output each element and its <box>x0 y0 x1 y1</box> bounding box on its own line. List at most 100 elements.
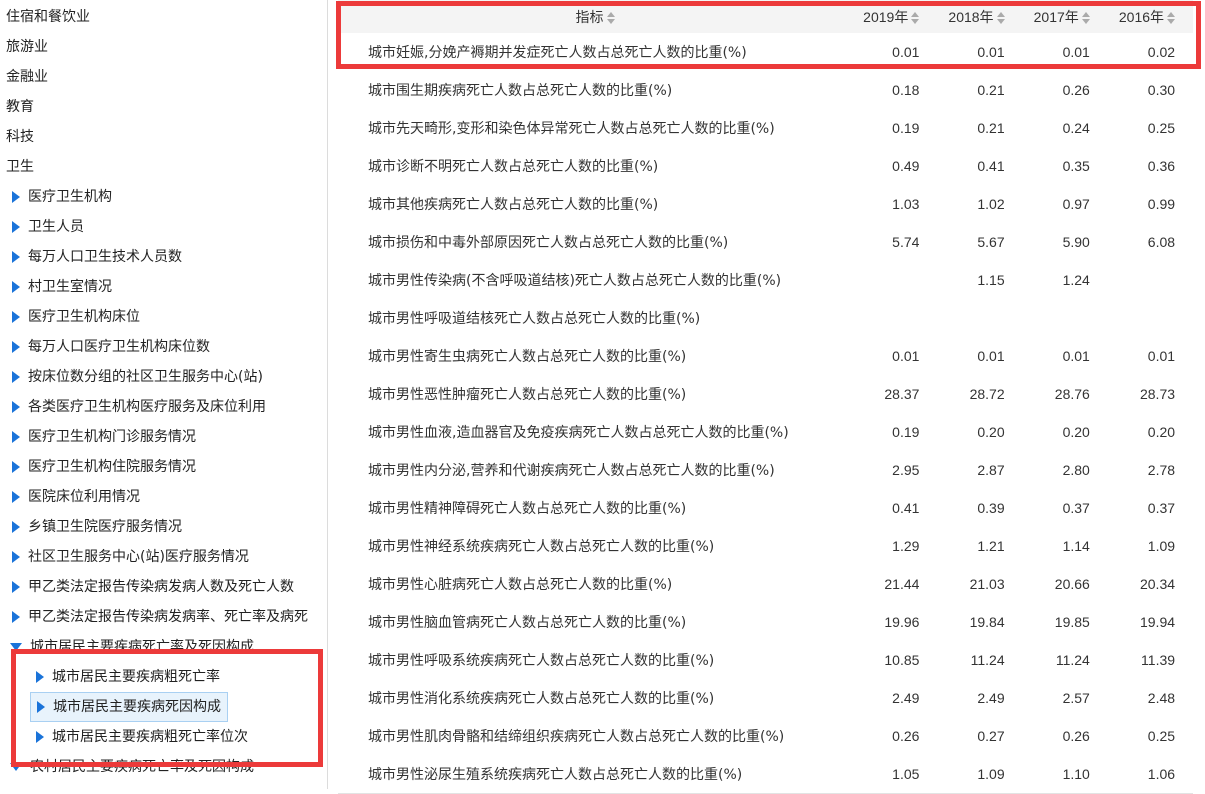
value-cell: 19.96 <box>884 614 920 630</box>
tree-item-expanded[interactable]: 城市居民主要疾病死亡率及死因构成 <box>10 632 254 662</box>
expand-arrow-icon <box>12 251 20 263</box>
category-health[interactable]: 卫生 <box>6 152 34 182</box>
value-cell: 1.06 <box>1147 766 1176 782</box>
table-row: 城市其他疾病死亡人数占总死亡人数的比重(%) 1.03 1.02 0.97 0.99 <box>338 185 1193 224</box>
value-cell: 0.30 <box>1147 82 1176 98</box>
expand-arrow-icon <box>12 401 20 413</box>
table-header: 指标 2019年 2018年 2017年 2016年 <box>338 0 1193 34</box>
value-cell: 11.24 <box>970 652 1005 668</box>
category-finance[interactable]: 金融业 <box>6 62 48 92</box>
value-cell: 0.01 <box>977 348 1005 364</box>
tree-item[interactable]: 各类医疗卫生机构医疗服务及床位利用 <box>10 392 266 422</box>
value-cell: 10.85 <box>884 652 920 668</box>
tree-item[interactable]: 甲乙类法定报告传染病发病率、死亡率及病死 <box>10 602 308 632</box>
table-row: 城市男性血液,造血器官及免疫疾病死亡人数占总死亡人数的比重(%) 0.19 0.20… <box>338 413 1193 452</box>
category-technology[interactable]: 科技 <box>6 122 34 152</box>
indicator-cell: 城市男性血液,造血器官及免疫疾病死亡人数占总死亡人数的比重(%) <box>368 425 789 441</box>
sort-icon[interactable] <box>1081 11 1090 24</box>
value-cell: 0.02 <box>1147 44 1176 60</box>
value-cell: 0.99 <box>1147 196 1176 212</box>
category-accommodation[interactable]: 住宿和餐饮业 <box>6 2 90 32</box>
sort-icon[interactable] <box>996 11 1005 24</box>
column-header-indicator[interactable]: 指标 <box>338 7 852 27</box>
tree-item[interactable]: 医院床位利用情况 <box>10 482 140 512</box>
tree-leaf[interactable]: 城市居民主要疾病粗死亡率 <box>30 662 226 692</box>
table-row: 城市男性呼吸系统疾病死亡人数占总死亡人数的比重(%) 10.85 11.24 11.2… <box>338 641 1193 680</box>
sort-icon[interactable] <box>606 11 615 24</box>
indicator-cell: 城市男性心脏病死亡人数占总死亡人数的比重(%) <box>368 577 673 593</box>
value-cell: 19.94 <box>1139 614 1176 630</box>
value-cell: 11.24 <box>1055 652 1090 668</box>
value-cell: 0.24 <box>1062 120 1090 136</box>
value-cell: 1.14 <box>1062 538 1090 554</box>
value-cell: 0.26 <box>1062 82 1090 98</box>
value-cell: 0.49 <box>892 158 920 174</box>
tree-leaf[interactable]: 城市居民主要疾病粗死亡率位次 <box>30 722 254 752</box>
tree-item[interactable]: 农村居民主要疾病死亡率及死因构成 <box>10 752 254 782</box>
column-header-year[interactable]: 2016年 <box>1108 7 1193 27</box>
value-cell: 2.78 <box>1147 462 1176 478</box>
expand-arrow-icon <box>36 731 44 743</box>
sort-icon[interactable] <box>911 11 920 24</box>
value-cell: 11.39 <box>1141 652 1176 668</box>
value-cell: 1.09 <box>1147 538 1176 554</box>
collapse-arrow-icon <box>10 643 22 651</box>
indicator-cell: 城市其他疾病死亡人数占总死亡人数的比重(%) <box>368 197 659 213</box>
indicator-cell: 城市男性神经系统疾病死亡人数占总死亡人数的比重(%) <box>368 539 715 555</box>
value-cell: 0.01 <box>1062 348 1090 364</box>
value-cell: 2.95 <box>892 462 920 478</box>
value-cell: 1.29 <box>892 538 920 554</box>
value-cell: 0.20 <box>1147 424 1176 440</box>
indicator-cell: 城市男性内分泌,营养和代谢疾病死亡人数占总死亡人数的比重(%) <box>368 463 775 479</box>
value-cell: 1.02 <box>977 196 1005 212</box>
collapse-arrow-icon <box>10 763 22 771</box>
indicator-cell: 城市男性呼吸系统疾病死亡人数占总死亡人数的比重(%) <box>368 653 715 669</box>
value-cell: 5.74 <box>892 234 920 250</box>
indicator-cell: 城市男性肌肉骨骼和结缔组织疾病死亡人数占总死亡人数的比重(%) <box>368 729 785 745</box>
tree-item[interactable]: 每万人口医疗卫生机构床位数 <box>10 332 210 362</box>
table-row: 城市男性泌尿生殖系统疾病死亡人数占总死亡人数的比重(%) 1.05 1.09 1.10… <box>338 755 1193 794</box>
value-cell: 2.80 <box>1062 462 1090 478</box>
sort-icon[interactable] <box>1167 11 1176 24</box>
column-header-year[interactable]: 2017年 <box>1023 7 1108 27</box>
value-cell: 28.73 <box>1139 386 1176 402</box>
category-education[interactable]: 教育 <box>6 92 34 122</box>
tree-item[interactable]: 村卫生室情况 <box>10 272 112 302</box>
value-cell: 0.19 <box>892 424 920 440</box>
tree-item[interactable]: 按床位数分组的社区卫生服务中心(站) <box>10 362 263 392</box>
tree-leaf-selected[interactable]: 城市居民主要疾病死因构成 <box>30 692 228 722</box>
tree-item[interactable]: 医疗卫生机构床位 <box>10 302 140 332</box>
value-cell: 0.25 <box>1147 120 1176 136</box>
tree-item[interactable]: 卫生人员 <box>10 212 84 242</box>
tree-item[interactable]: 社区卫生服务中心(站)医疗服务情况 <box>10 542 249 572</box>
value-cell: 0.39 <box>977 500 1005 516</box>
value-cell: 28.37 <box>884 386 920 402</box>
tree-item[interactable]: 每万人口卫生技术人员数 <box>10 242 182 272</box>
value-cell: 0.41 <box>892 500 920 516</box>
value-cell: 1.21 <box>977 538 1005 554</box>
value-cell: 2.57 <box>1062 690 1090 706</box>
tree-item[interactable]: 甲乙类法定报告传染病发病人数及死亡人数 <box>10 572 294 602</box>
category-tourism[interactable]: 旅游业 <box>6 32 48 62</box>
table-row: 城市男性内分泌,营养和代谢疾病死亡人数占总死亡人数的比重(%) 2.95 2.87 2… <box>338 451 1193 490</box>
column-header-year[interactable]: 2019年 <box>852 7 937 27</box>
indicator-cell: 城市男性呼吸道结核死亡人数占总死亡人数的比重(%) <box>368 311 701 327</box>
category-sidebar: 住宿和餐饮业 旅游业 金融业 教育 科技 卫生 医疗卫生机构 卫生人员 每万人口… <box>0 0 328 789</box>
value-cell: 20.34 <box>1139 576 1176 592</box>
indicator-cell: 城市妊娠,分娩产褥期并发症死亡人数占总死亡人数的比重(%) <box>368 45 747 61</box>
value-cell: 0.37 <box>1147 500 1176 516</box>
tree-item[interactable]: 医疗卫生机构门诊服务情况 <box>10 422 196 452</box>
table-row: 城市妊娠,分娩产褥期并发症死亡人数占总死亡人数的比重(%) 0.01 0.01 0.0… <box>338 33 1193 72</box>
table-row: 城市围生期疾病死亡人数占总死亡人数的比重(%) 0.18 0.21 0.26 0.30 <box>338 71 1193 110</box>
value-cell: 1.15 <box>977 272 1005 288</box>
expand-arrow-icon <box>12 461 20 473</box>
value-cell: 0.01 <box>1062 44 1090 60</box>
value-cell: 19.84 <box>969 614 1005 630</box>
table-row: 城市男性消化系统疾病死亡人数占总死亡人数的比重(%) 2.49 2.49 2.57 2.… <box>338 679 1193 718</box>
tree-item[interactable]: 乡镇卫生院医疗服务情况 <box>10 512 182 542</box>
tree-item[interactable]: 医疗卫生机构 <box>10 182 112 212</box>
tree-item[interactable]: 医疗卫生机构住院服务情况 <box>10 452 196 482</box>
column-header-year[interactable]: 2018年 <box>937 7 1022 27</box>
value-cell: 2.49 <box>892 690 920 706</box>
value-cell: 0.01 <box>977 44 1005 60</box>
